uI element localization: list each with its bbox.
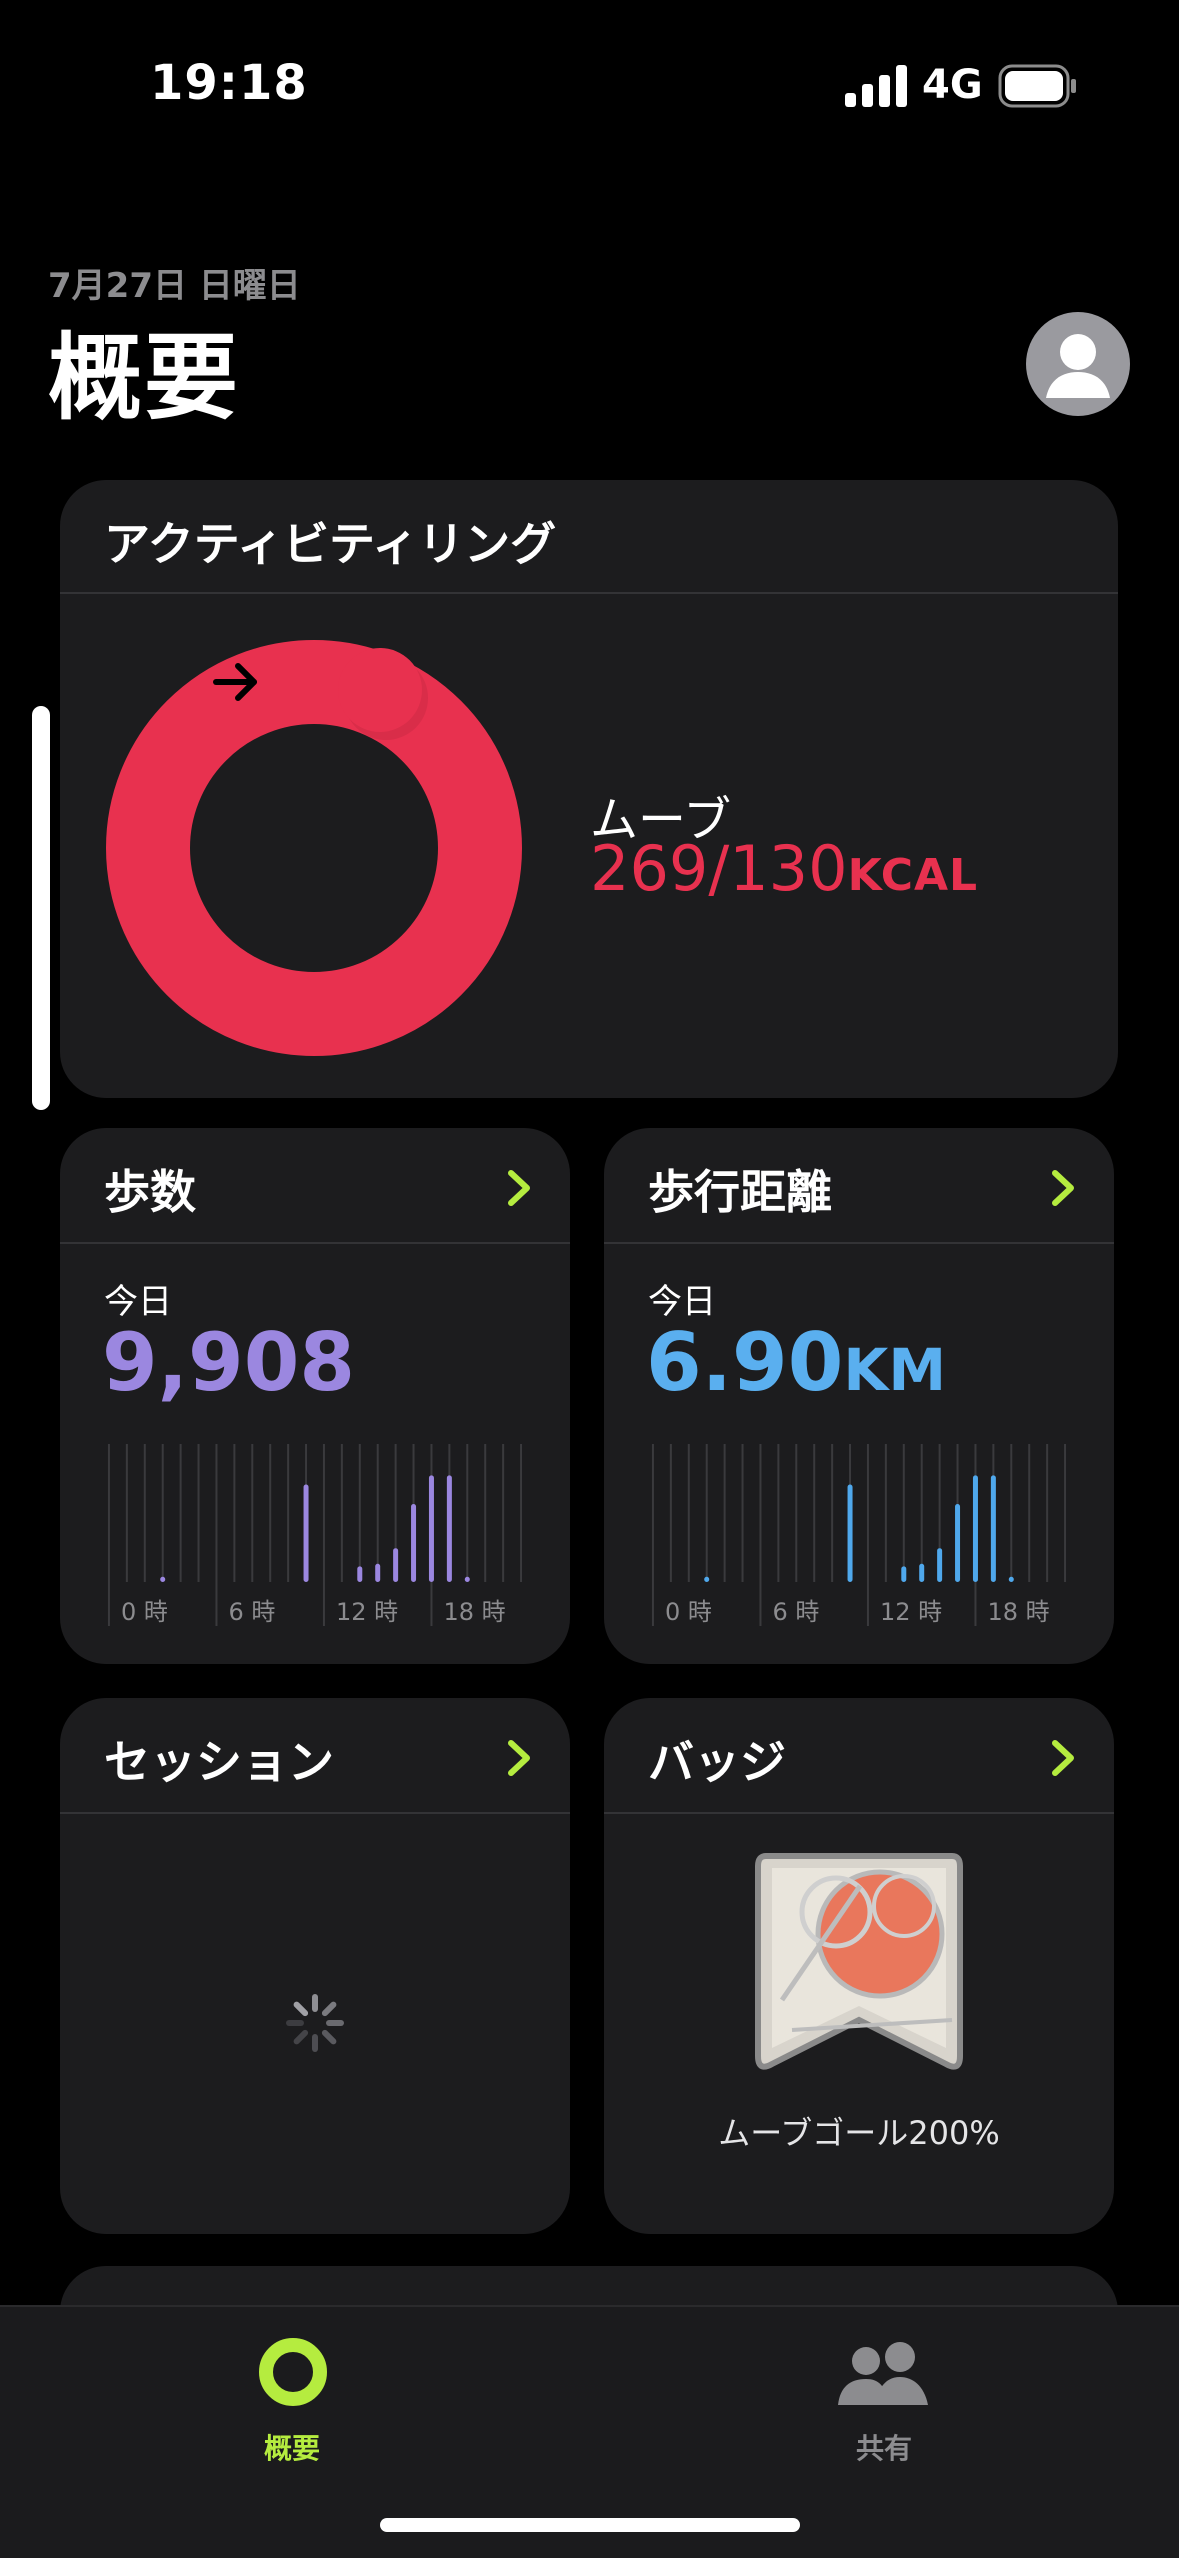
steps-value: 9,908 xyxy=(102,1316,356,1409)
activity-ring-icon xyxy=(259,2338,327,2406)
move-value: 269/130KCAL xyxy=(590,832,978,905)
card-divider xyxy=(60,1812,570,1814)
hour-bar xyxy=(393,1548,399,1582)
loading-spinner-icon xyxy=(286,1994,344,2052)
badge-caption: ムーブゴール200% xyxy=(718,2114,1000,2152)
hour-bar xyxy=(847,1484,853,1582)
distance-number: 6.90 xyxy=(646,1316,844,1409)
move-calories: 269/130 xyxy=(590,832,848,905)
steps-title: 歩数 xyxy=(104,1165,196,1219)
axis-tick-label: 12 時 xyxy=(880,1598,942,1626)
profile-avatar-button[interactable] xyxy=(1026,312,1130,416)
activity-ring-card[interactable]: アクティビティリング xyxy=(60,480,1118,1098)
axis-tick-label: 18 時 xyxy=(443,1598,505,1626)
card-divider xyxy=(604,1812,1114,1814)
axis-tick-label: 12 時 xyxy=(336,1598,398,1626)
card-divider xyxy=(60,1242,570,1244)
tab-summary-label: 概要 xyxy=(263,2432,320,2465)
steps-card[interactable]: 歩数 今日 9,908 0 時6 時 12 時 18 時 xyxy=(60,1128,570,1664)
header-date: 7月27日 日曜日 xyxy=(48,266,301,306)
chevron-right-icon xyxy=(508,1740,530,1776)
move-ring-track xyxy=(106,640,522,1056)
move-ring xyxy=(106,640,522,1056)
distance-title: 歩行距離 xyxy=(648,1165,832,1219)
network-type: 4G xyxy=(922,62,983,108)
hour-bar xyxy=(160,1576,166,1582)
hour-bar xyxy=(446,1475,452,1582)
hour-bar xyxy=(901,1566,907,1582)
hour-bar xyxy=(1008,1576,1014,1582)
hour-bar xyxy=(464,1576,470,1582)
cellular-signal-icon xyxy=(845,65,907,107)
page-title: 概要 xyxy=(48,324,241,433)
axis-tick-label: 6 時 xyxy=(228,1598,275,1626)
hour-bar xyxy=(428,1475,434,1582)
sessions-title: セッション xyxy=(104,1735,334,1789)
hour-bar xyxy=(990,1475,996,1582)
scroll-indicator[interactable] xyxy=(32,706,50,1110)
chevron-right-icon xyxy=(1052,1740,1074,1776)
distance-hourly-chart: 0 時 6 時 12 時 18 時 xyxy=(651,1444,1067,1626)
distance-value: 6.90KM xyxy=(646,1316,946,1409)
axis-tick-label: 18 時 xyxy=(987,1598,1049,1626)
badges-title: バッジ xyxy=(648,1735,786,1789)
distance-unit: KM xyxy=(843,1336,947,1404)
status-time: 19:18 xyxy=(150,55,308,111)
axis-tick-label: 6 時 xyxy=(772,1598,819,1626)
hour-bar xyxy=(937,1548,943,1582)
tab-sharing[interactable]: 共有 xyxy=(784,2329,984,2469)
move-ring-end-cap xyxy=(338,648,422,732)
people-icon xyxy=(838,2342,928,2405)
battery-icon xyxy=(998,64,1076,108)
move-unit: KCAL xyxy=(847,850,979,901)
hour-bar xyxy=(919,1563,925,1582)
chevron-right-icon xyxy=(508,1170,530,1206)
hour-bar xyxy=(972,1475,978,1582)
card-divider xyxy=(60,592,1118,594)
activity-ring-title: アクティビティリング xyxy=(104,517,557,571)
axis-tick-label: 0 時 xyxy=(665,1598,712,1626)
tab-summary[interactable]: 概要 xyxy=(192,2329,392,2469)
hour-bar xyxy=(357,1566,363,1582)
card-divider xyxy=(604,1242,1114,1244)
home-indicator[interactable] xyxy=(380,2518,800,2532)
move-goal-badge-icon xyxy=(755,1853,963,2070)
hour-bar xyxy=(955,1504,961,1582)
chevron-right-icon xyxy=(1052,1170,1074,1206)
badges-card[interactable]: バッジ ムーブゴール200% xyxy=(604,1698,1114,2234)
sessions-card[interactable]: セッション xyxy=(60,1698,570,2234)
axis-tick-label: 0 時 xyxy=(121,1598,168,1626)
hour-bar xyxy=(303,1484,309,1582)
distance-card[interactable]: 歩行距離 今日 6.90KM 0 時6 時 12 時 18 時 xyxy=(604,1128,1114,1664)
tab-sharing-label: 共有 xyxy=(855,2432,912,2465)
steps-hourly-chart: 0 時 6 時 12 時 18 時 xyxy=(107,1444,523,1626)
person-icon xyxy=(1046,334,1110,398)
hour-bar xyxy=(375,1563,381,1582)
hour-bar xyxy=(704,1576,710,1582)
hour-bar xyxy=(411,1504,417,1582)
